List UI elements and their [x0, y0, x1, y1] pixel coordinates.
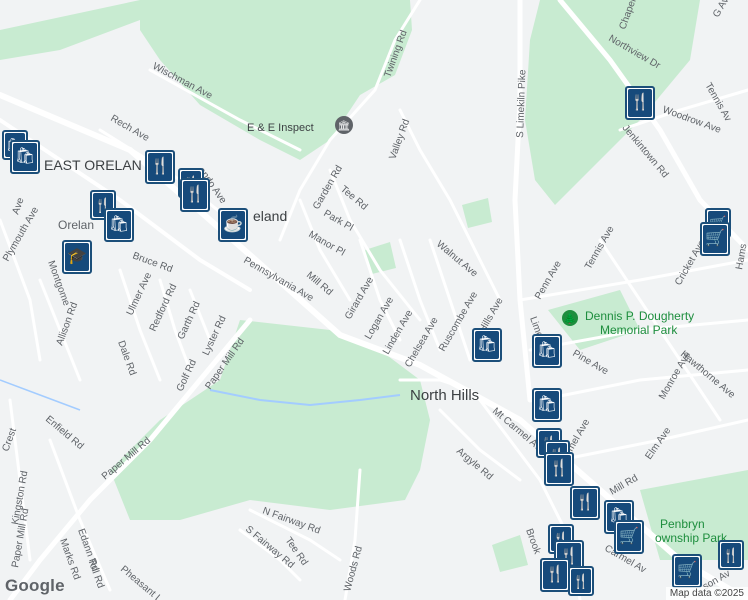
google-logo: Google [5, 576, 65, 595]
fork-knife-icon: 🍴 [547, 455, 571, 483]
restaurant-pin[interactable]: 🍴 [544, 452, 574, 486]
road-label: Pennsylvania Ave [242, 255, 316, 304]
road-label: G Ave [711, 0, 734, 19]
shopping-pin[interactable]: 🛍 [10, 140, 40, 174]
road-label: Brook [523, 527, 543, 556]
road-label: Valley Rd [387, 118, 412, 161]
fork-knife-icon: 🍴 [628, 89, 652, 117]
road-label: Manor Pl [307, 229, 347, 259]
school-pin[interactable]: 🎓 [62, 240, 92, 274]
park-small-1 [462, 198, 492, 228]
shopping-bag-icon: 🛍 [535, 391, 559, 419]
grocery-pin[interactable]: 🛒 [700, 222, 730, 256]
road-label: Tennis Ave [583, 224, 617, 272]
shopping-bag-icon: 🛍 [13, 143, 37, 171]
road-label: Park Pl [322, 208, 355, 234]
restaurant-pin[interactable]: 🍴 [625, 86, 655, 120]
place-east-oreland: EAST ORELAN [44, 157, 142, 173]
park-west-strip [0, 0, 140, 60]
road-label: Garth Rd [176, 300, 203, 341]
poi-dougherty-label-2: Memorial Park [600, 323, 678, 337]
poi-dougherty-label-1: Dennis P. Dougherty [585, 309, 694, 323]
restaurant-pin[interactable]: 🍴 [570, 486, 600, 520]
restaurant-pin[interactable]: 🍴 [568, 566, 594, 596]
tree-icon: 🌲 [562, 310, 578, 326]
svg-text:🏛: 🏛 [338, 120, 351, 132]
fork-knife-icon: 🍴 [183, 181, 207, 209]
shopping-pin[interactable]: 🛍 [104, 208, 134, 242]
road-label: Enfield Rd [43, 414, 85, 452]
shopping-cart-icon: 🛒 [703, 225, 727, 253]
place-oreland: eland [253, 208, 287, 224]
poi-ee-inspect-icon[interactable]: 🏛 [335, 116, 353, 134]
shopping-bag-icon: 🛍 [475, 331, 499, 359]
road-label: Argyle Rd [454, 446, 495, 483]
graduation-cap-icon: 🎓 [65, 243, 89, 271]
fork-knife-icon: 🍴 [543, 561, 567, 589]
place-north-hills: North Hills [410, 387, 479, 404]
cafe-pin[interactable]: ☕ [218, 208, 248, 242]
coffee-cup-icon: ☕ [221, 211, 245, 239]
restaurant-pin[interactable]: 🍴 [145, 150, 175, 184]
road-label: Woods Rd [342, 545, 365, 593]
road-label: Marks Rd [57, 537, 82, 581]
shopping-pin[interactable]: 🛍 [532, 388, 562, 422]
park-small-3 [492, 535, 528, 572]
shopping-pin[interactable]: 🛍 [472, 328, 502, 362]
road-label: Mill Rd [608, 473, 640, 498]
park-limekiln-east [525, 0, 700, 205]
shopping-cart-icon: 🛒 [675, 557, 699, 585]
poi-penbryn-label-1: Penbryn [660, 517, 705, 531]
road-label: Bruce Rd [131, 250, 174, 275]
road-label: Pine Ave [571, 348, 611, 377]
restaurant-pin[interactable]: 🍴 [718, 540, 744, 570]
fork-knife-icon: 🍴 [148, 153, 172, 181]
shopping-cart-icon: 🛒 [617, 523, 641, 551]
road-label: Hams [734, 243, 748, 271]
road-label: Pheasant L [118, 564, 164, 600]
fork-knife-icon: 🍴 [573, 489, 597, 517]
road-label: Dale Rd [115, 339, 138, 377]
grocery-pin[interactable]: 🛒 [672, 554, 702, 588]
fork-knife-icon: 🍴 [571, 569, 591, 593]
svg-text:🌲: 🌲 [564, 312, 576, 325]
restaurant-pin[interactable]: 🍴 [180, 178, 210, 212]
road-label: Woodrow Ave [661, 104, 723, 135]
restaurant-pin[interactable]: 🍴 [540, 558, 570, 592]
poi-ee-inspect-label: E & E Inspect [247, 122, 314, 134]
grocery-pin[interactable]: 🛒 [614, 520, 644, 554]
road-label: Ave [10, 196, 26, 216]
place-oreland-small: Orelan [58, 218, 94, 232]
shopping-bag-icon: 🛍 [107, 211, 131, 239]
map-attribution: Map data ©2025 [665, 587, 748, 600]
shopping-pin[interactable]: 🛍 [532, 334, 562, 368]
fork-knife-icon: 🍴 [721, 543, 741, 567]
shopping-bag-icon: 🛍 [535, 337, 559, 365]
road-label: Garden Rd [311, 164, 345, 212]
